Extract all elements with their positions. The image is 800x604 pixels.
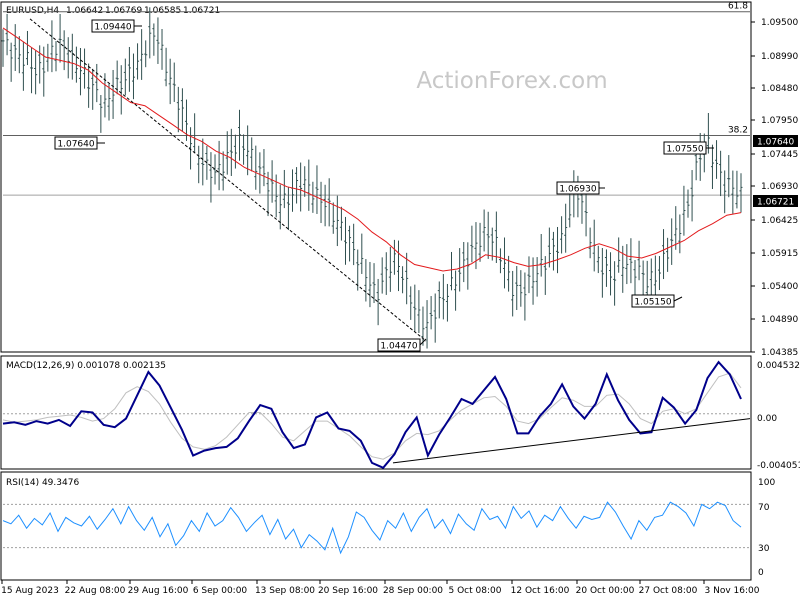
price-axis-label: 1.07950	[761, 116, 798, 126]
price-axis-label: 1.05400	[761, 282, 798, 292]
price-annotation-label: 1.09440	[94, 23, 131, 33]
price-axis-label: 1.05915	[761, 249, 798, 259]
macd-panel-frame	[0, 355, 752, 470]
price-level-label: 38.2	[728, 126, 748, 136]
price-annotation-label: 1.05150	[634, 298, 671, 308]
watermark-text: ActionForex.com	[416, 68, 607, 94]
price-high-value: 1.06769	[105, 6, 142, 16]
rsi-layer	[2, 501, 750, 555]
rsi-axis-label: 0	[758, 568, 764, 578]
macd-support-line	[392, 418, 751, 464]
time-axis-label: 6 Sep 00:00	[193, 586, 248, 596]
macd-layer	[2, 360, 751, 470]
moving-average-line	[2, 27, 742, 272]
rsi-line	[2, 501, 742, 555]
price-symbol-label: EURUSD,H4	[6, 6, 59, 16]
time-axis-label: 3 Nov 16:00	[705, 586, 760, 596]
annotation-connector	[673, 296, 683, 302]
time-axis-label: 22 Aug 08:00	[65, 586, 126, 596]
price-layer: 61.8 38.2 1.09440 1.07640 1.04470 1.06930 1.05…	[1, 2, 750, 352]
price-close-value: 1.06721	[183, 6, 220, 16]
rsi-panel-frame	[0, 471, 752, 581]
price-axis-label: 1.08990	[761, 52, 798, 62]
price-annotation-label: 1.06930	[559, 185, 596, 195]
price-open-value: 1.06642	[66, 6, 103, 16]
price-annotation-label: 1.04470	[380, 342, 417, 352]
chart-root: ActionForex.com EURUSD,H4 1.06642 1.0676…	[0, 0, 800, 600]
macd-signal-line	[2, 372, 742, 460]
rsi-axis-label: 100	[758, 478, 775, 488]
price-axis-label: 1.08480	[761, 84, 798, 94]
price-annotation-label: 1.07640	[57, 140, 94, 150]
rsi-axis-label: 30	[758, 544, 770, 554]
macd-line	[2, 360, 742, 470]
price-axis-label: 1.04385	[761, 348, 798, 358]
time-axis-label: 12 Oct 16:00	[511, 586, 570, 596]
time-axis-label: 27 Oct 08:00	[639, 586, 698, 596]
macd-axis-label: 0.004532	[757, 361, 800, 371]
macd-axis-label: 0.00	[757, 414, 777, 424]
price-axis-label: 1.09500	[761, 18, 798, 28]
chart-svg: ActionForex.com EURUSD,H4 1.06642 1.0676…	[0, 1, 800, 596]
trendline	[29, 18, 427, 342]
time-axis-label: 20 Sep 16:00	[318, 586, 378, 596]
rsi-axis-label: 70	[758, 503, 770, 513]
price-axis-label: 1.06425	[761, 216, 798, 226]
price-tag-label: 1.06721	[757, 198, 794, 208]
rsi-title: RSI(14) 49.3476	[6, 478, 79, 488]
price-level-label: 61.8	[728, 2, 748, 12]
macd-axis-label: -0.004051	[757, 461, 800, 471]
time-axis-label: 28 Sep 00:00	[383, 586, 443, 596]
price-axis-label: 1.06930	[761, 182, 798, 192]
macd-title: MACD(12,26,9) 0.001078 0.002135	[6, 361, 166, 371]
price-annotation-label: 1.07550	[666, 145, 703, 155]
price-axis-label: 1.07445	[761, 150, 798, 160]
time-axis-label: 13 Sep 08:00	[255, 586, 315, 596]
time-axis-label: 20 Oct 00:00	[576, 586, 635, 596]
time-axis-label: 5 Oct 08:00	[449, 586, 502, 596]
price-axis-label: 1.04890	[761, 315, 798, 325]
time-axis-label: 29 Aug 16:00	[128, 586, 189, 596]
price-tag-label: 1.07640	[757, 138, 794, 148]
time-axis-label: 15 Aug 2023	[1, 586, 59, 596]
